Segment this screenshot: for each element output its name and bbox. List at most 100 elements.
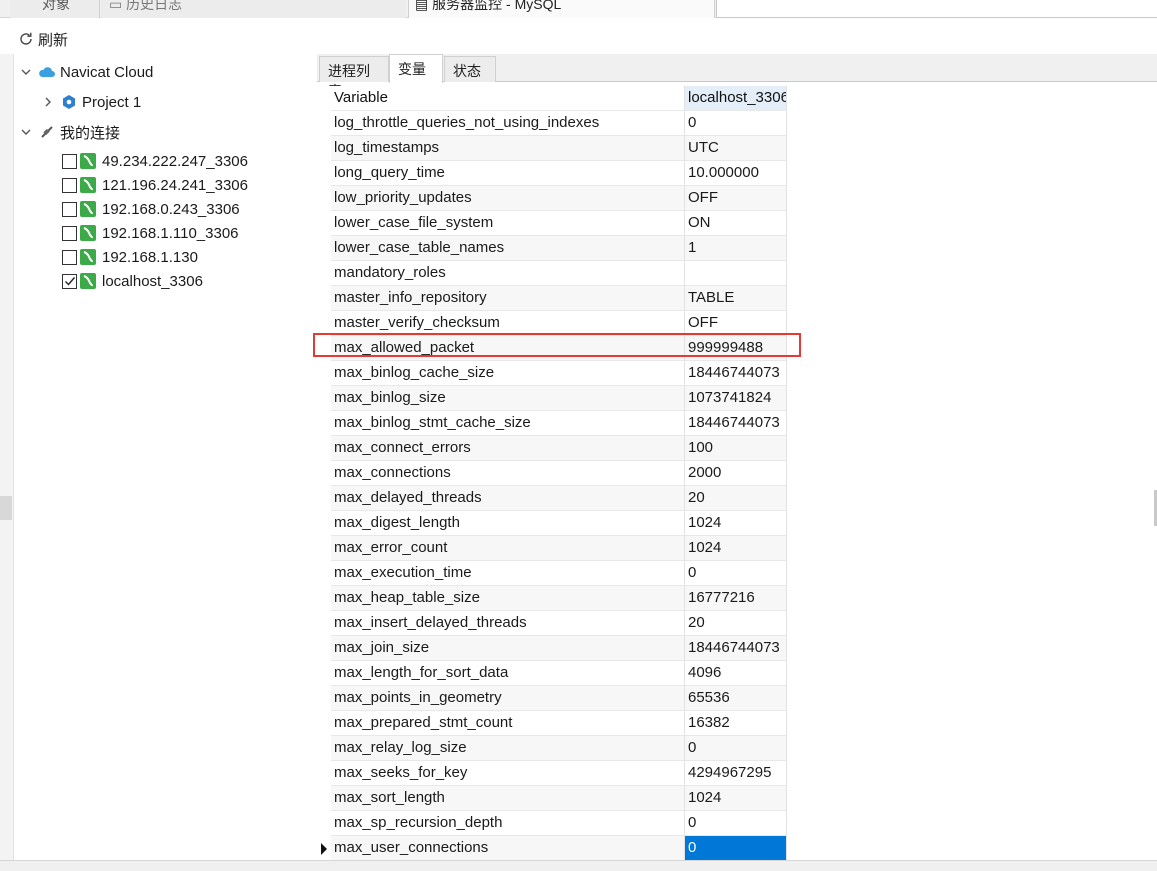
row-selector[interactable]	[317, 211, 331, 236]
variable-name-cell[interactable]: max_seeks_for_key	[331, 761, 685, 786]
row-selector[interactable]	[317, 636, 331, 661]
table-row[interactable]: max_allowed_packet 999999488	[317, 336, 788, 361]
variable-value-cell[interactable]: 1024	[685, 786, 787, 811]
row-selector[interactable]	[317, 836, 331, 861]
table-row[interactable]: max_points_in_geometry 65536	[317, 686, 788, 711]
chevron-down-icon[interactable]	[18, 64, 34, 80]
variable-name-cell[interactable]: master_verify_checksum	[331, 311, 685, 336]
table-row[interactable]: max_sort_length 1024	[317, 786, 788, 811]
variable-name-cell[interactable]: log_timestamps	[331, 136, 685, 161]
left-edge-handle[interactable]	[0, 496, 12, 520]
row-selector[interactable]	[317, 511, 331, 536]
table-row[interactable]: log_throttle_queries_not_using_indexes 0	[317, 111, 788, 136]
row-selector[interactable]	[317, 661, 331, 686]
variable-name-cell[interactable]: max_connect_errors	[331, 436, 685, 461]
variable-name-cell[interactable]: low_priority_updates	[331, 186, 685, 211]
variable-name-cell[interactable]: long_query_time	[331, 161, 685, 186]
variable-name-cell[interactable]: max_digest_length	[331, 511, 685, 536]
variable-name-cell[interactable]: log_throttle_queries_not_using_indexes	[331, 111, 685, 136]
variable-name-cell[interactable]: max_insert_delayed_threads	[331, 611, 685, 636]
variable-name-cell[interactable]: max_allowed_packet	[331, 336, 685, 361]
table-row[interactable]: long_query_time 10.000000	[317, 161, 788, 186]
table-row[interactable]: max_relay_log_size 0	[317, 736, 788, 761]
column-header-server[interactable]: localhost_3306	[685, 86, 787, 111]
table-row[interactable]: mandatory_roles	[317, 261, 788, 286]
variable-value-cell[interactable]: 999999488	[685, 336, 787, 361]
row-selector[interactable]	[317, 536, 331, 561]
connection-checkbox[interactable]	[62, 177, 77, 193]
variable-value-cell[interactable]: ON	[685, 211, 787, 236]
variable-value-cell[interactable]: UTC	[685, 136, 787, 161]
variable-name-cell[interactable]: max_binlog_stmt_cache_size	[331, 411, 685, 436]
row-selector[interactable]	[317, 786, 331, 811]
row-selector[interactable]	[317, 436, 331, 461]
variable-value-cell[interactable]: 65536	[685, 686, 787, 711]
row-selector[interactable]	[317, 136, 331, 161]
table-row[interactable]: low_priority_updates OFF	[317, 186, 788, 211]
table-row[interactable]: max_binlog_cache_size 18446744073	[317, 361, 788, 386]
connection-checkbox[interactable]	[62, 153, 77, 169]
variable-name-cell[interactable]: lower_case_file_system	[331, 211, 685, 236]
tree-item-connection[interactable]: 192.168.0.243_3306	[62, 197, 240, 221]
variable-name-cell[interactable]: master_info_repository	[331, 286, 685, 311]
row-selector[interactable]	[317, 586, 331, 611]
variable-name-cell[interactable]: max_binlog_size	[331, 386, 685, 411]
variable-name-cell[interactable]: max_delayed_threads	[331, 486, 685, 511]
tab-objects[interactable]: 对象	[10, 0, 100, 18]
table-row[interactable]: max_sp_recursion_depth 0	[317, 811, 788, 836]
tree-item-my-connections[interactable]: 我的连接	[18, 120, 120, 144]
connection-checkbox[interactable]	[62, 201, 77, 217]
variable-value-cell[interactable]: 100	[685, 436, 787, 461]
variable-name-cell[interactable]: max_sp_recursion_depth	[331, 811, 685, 836]
variable-value-cell[interactable]: 20	[685, 486, 787, 511]
tree-item-connection[interactable]: 192.168.1.130	[62, 245, 198, 269]
variable-value-cell[interactable]: 2000	[685, 461, 787, 486]
row-selector[interactable]	[317, 161, 331, 186]
variable-value-cell[interactable]: OFF	[685, 311, 787, 336]
row-selector[interactable]	[317, 336, 331, 361]
tab-history-log[interactable]: ▭ 历史日志	[101, 0, 406, 18]
variable-name-cell[interactable]: max_connections	[331, 461, 685, 486]
tab-process-list[interactable]: 进程列表	[319, 56, 389, 99]
row-selector[interactable]	[317, 736, 331, 761]
variable-value-cell[interactable]: OFF	[685, 186, 787, 211]
table-row[interactable]: master_verify_checksum OFF	[317, 311, 788, 336]
connection-checkbox[interactable]	[62, 225, 77, 241]
variable-name-cell[interactable]: lower_case_table_names	[331, 236, 685, 261]
variable-value-cell[interactable]: 1024	[685, 511, 787, 536]
table-row[interactable]: max_prepared_stmt_count 16382	[317, 711, 788, 736]
table-row[interactable]: max_user_connections 0	[317, 836, 788, 861]
table-row[interactable]: max_execution_time 0	[317, 561, 788, 586]
table-row[interactable]: max_insert_delayed_threads 20	[317, 611, 788, 636]
variable-value-cell[interactable]: 1073741824	[685, 386, 787, 411]
row-selector[interactable]	[317, 761, 331, 786]
table-row[interactable]: max_heap_table_size 16777216	[317, 586, 788, 611]
row-selector[interactable]	[317, 186, 331, 211]
row-selector[interactable]	[317, 111, 331, 136]
variable-value-cell[interactable]: 10.000000	[685, 161, 787, 186]
variable-value-cell[interactable]: 0	[685, 736, 787, 761]
variable-value-cell[interactable]: 16382	[685, 711, 787, 736]
variable-name-cell[interactable]: max_points_in_geometry	[331, 686, 685, 711]
variable-value-cell[interactable]: 16777216	[685, 586, 787, 611]
tree-item-connection[interactable]: 121.196.24.241_3306	[62, 173, 248, 197]
table-row[interactable]: max_seeks_for_key 4294967295	[317, 761, 788, 786]
table-row[interactable]: max_length_for_sort_data 4096	[317, 661, 788, 686]
row-selector[interactable]	[317, 811, 331, 836]
tree-item-navicat-cloud[interactable]: Navicat Cloud	[18, 60, 153, 84]
variable-name-cell[interactable]: max_heap_table_size	[331, 586, 685, 611]
variable-value-cell[interactable]: 20	[685, 611, 787, 636]
variable-value-cell[interactable]: 1	[685, 236, 787, 261]
variable-name-cell[interactable]: max_user_connections	[331, 836, 685, 861]
row-selector[interactable]	[317, 561, 331, 586]
row-selector[interactable]	[317, 486, 331, 511]
variable-name-cell[interactable]: mandatory_roles	[331, 261, 685, 286]
tree-item-connection[interactable]: 49.234.222.247_3306	[62, 149, 248, 173]
row-selector[interactable]	[317, 686, 331, 711]
row-selector[interactable]	[317, 386, 331, 411]
chevron-down-icon[interactable]	[18, 124, 34, 140]
tab-variables[interactable]: 变量	[389, 54, 443, 83]
tab-status[interactable]: 状态	[444, 56, 496, 82]
variable-name-cell[interactable]: max_prepared_stmt_count	[331, 711, 685, 736]
table-row[interactable]: max_connections 2000	[317, 461, 788, 486]
